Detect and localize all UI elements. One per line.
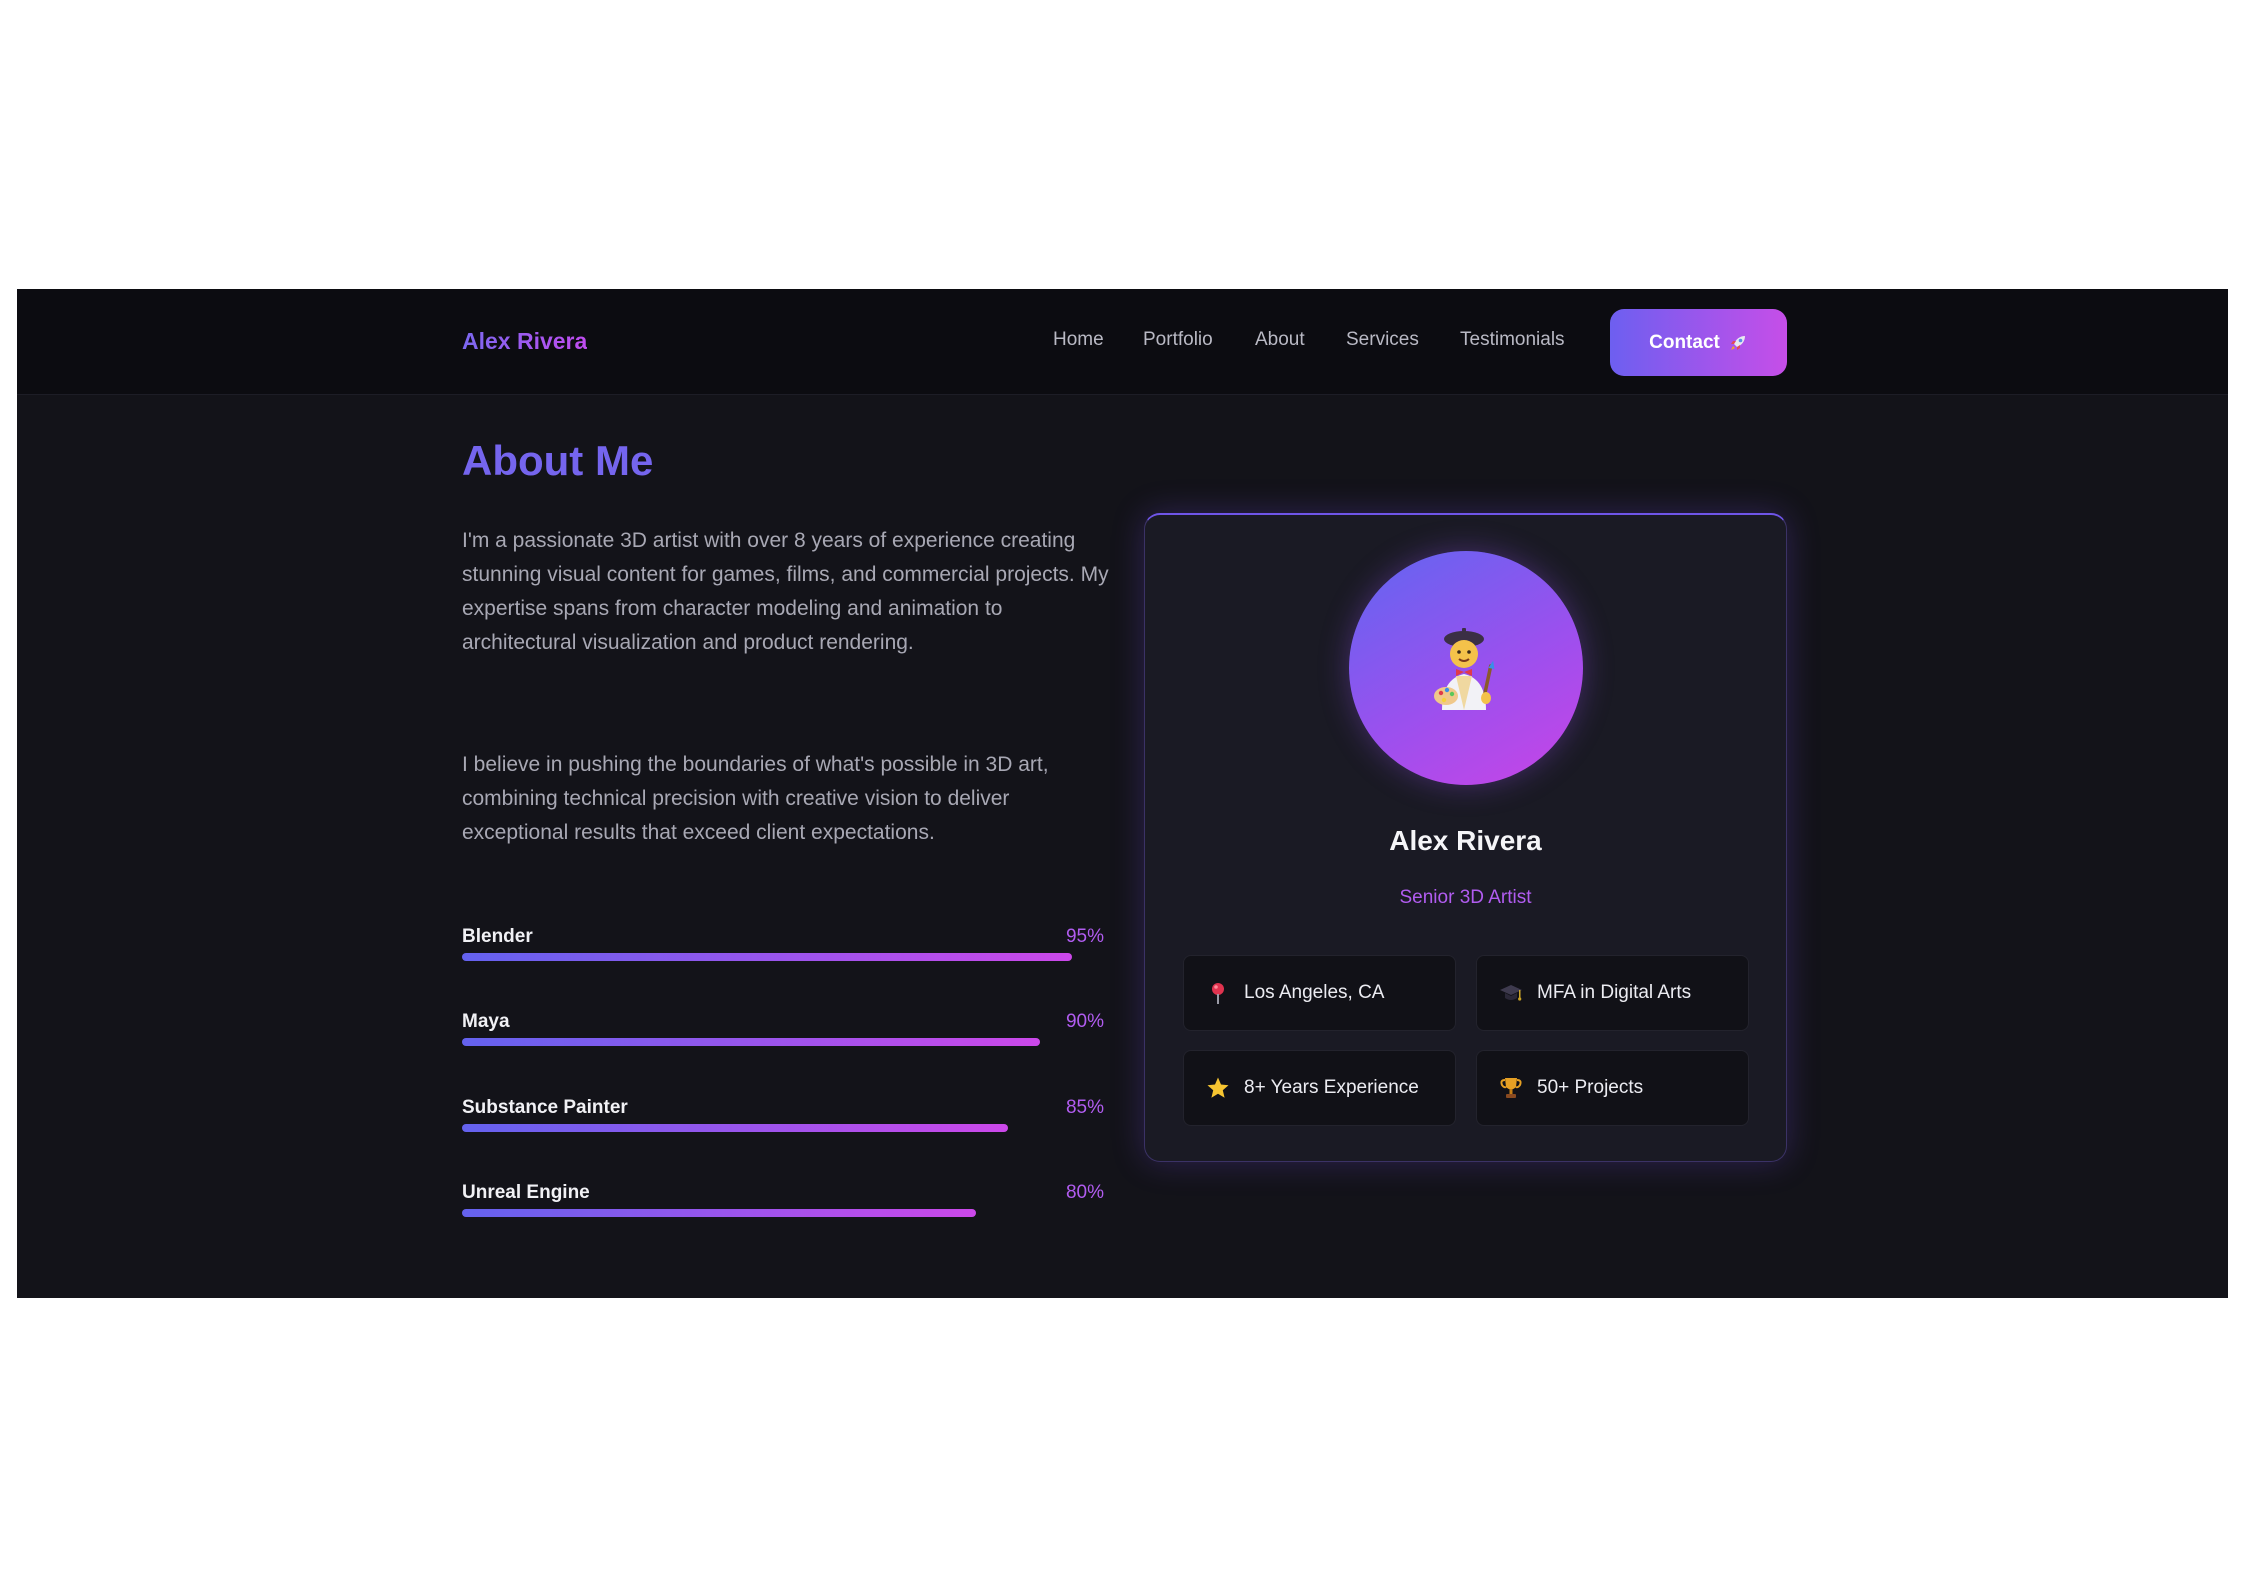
- artist-icon: [1434, 628, 1495, 710]
- contact-button[interactable]: Contact: [1610, 309, 1787, 376]
- nav-link-home[interactable]: Home: [1053, 329, 1104, 351]
- nav-link-portfolio[interactable]: Portfolio: [1143, 329, 1213, 351]
- star-icon: [1207, 1077, 1229, 1098]
- top-nav: Alex Rivera Home Portfolio About Service…: [17, 289, 2228, 395]
- skill-item: Blender 95%: [462, 926, 1104, 966]
- info-education: MFA in Digital Arts: [1476, 955, 1749, 1031]
- skill-progress-track: [462, 1209, 1104, 1217]
- contact-button-label: Contact: [1649, 331, 1720, 353]
- skill-progress-track: [462, 953, 1104, 961]
- info-text: MFA in Digital Arts: [1537, 982, 1692, 1003]
- info-text: 8+ Years Experience: [1244, 1077, 1419, 1098]
- skill-name: Unreal Engine: [462, 1182, 590, 1203]
- skill-progress-fill: [462, 953, 1072, 961]
- nav-link-about[interactable]: About: [1255, 329, 1305, 351]
- info-location: Los Angeles, CA: [1183, 955, 1456, 1031]
- info-projects: 50+ Projects: [1476, 1050, 1749, 1126]
- rocket-icon: [1730, 335, 1745, 350]
- about-paragraph-1: I'm a passionate 3D artist with over 8 y…: [462, 529, 1109, 654]
- about-paragraph-2: I believe in pushing the boundaries of w…: [462, 753, 1049, 844]
- skill-progress-fill: [462, 1124, 1008, 1132]
- skill-item: Substance Painter 85%: [462, 1097, 1104, 1137]
- skill-percent: 95%: [1065, 926, 1104, 947]
- skill-progress-fill: [462, 1038, 1040, 1046]
- about-heading: About Me: [462, 437, 654, 484]
- info-text: 50+ Projects: [1537, 1077, 1644, 1098]
- brand-logo[interactable]: Alex Rivera: [462, 328, 587, 355]
- skill-progress-fill: [462, 1209, 976, 1217]
- skill-progress-track: [462, 1124, 1104, 1132]
- skill-name: Blender: [462, 926, 533, 947]
- skill-item: Unreal Engine 80%: [462, 1182, 1104, 1222]
- avatar: [1349, 551, 1583, 785]
- trophy-icon: [1500, 1078, 1522, 1098]
- page-frame: Alex Rivera Home Portfolio About Service…: [17, 289, 2228, 1298]
- profile-role: Senior 3D Artist: [1399, 887, 1532, 908]
- skill-name: Maya: [462, 1011, 510, 1032]
- profile-name: Alex Rivera: [1389, 825, 1542, 856]
- nav-link-services[interactable]: Services: [1346, 329, 1419, 351]
- pin-icon: [1212, 983, 1224, 1004]
- profile-card: Alex Rivera Senior 3D Artist Los Angeles…: [1144, 513, 1787, 1162]
- skill-percent: 80%: [1065, 1182, 1104, 1203]
- info-experience: 8+ Years Experience: [1183, 1050, 1456, 1126]
- skill-percent: 85%: [1065, 1097, 1104, 1118]
- skill-progress-track: [462, 1038, 1104, 1046]
- nav-link-testimonials[interactable]: Testimonials: [1460, 329, 1565, 351]
- graduation-cap-icon: [1500, 985, 1522, 1001]
- skill-item: Maya 90%: [462, 1011, 1104, 1051]
- skill-percent: 90%: [1065, 1011, 1104, 1032]
- info-text: Los Angeles, CA: [1244, 982, 1385, 1003]
- skill-name: Substance Painter: [462, 1097, 628, 1118]
